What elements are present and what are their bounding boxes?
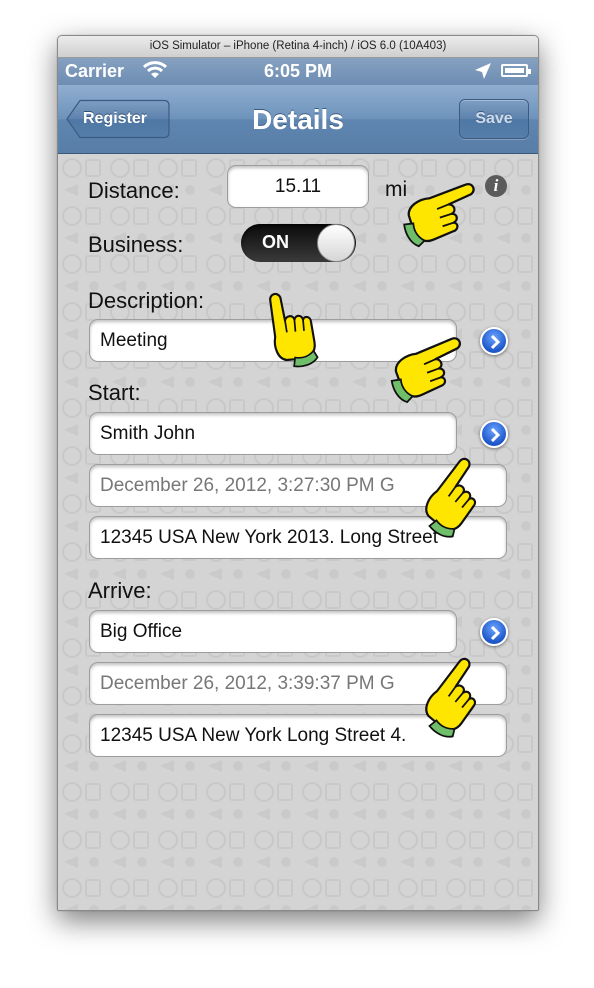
- distance-field[interactable]: 15.11: [227, 165, 369, 208]
- status-time: 6:05 PM: [263, 61, 333, 81]
- battery-icon: [501, 64, 531, 77]
- start-disclosure-button[interactable]: [480, 420, 508, 448]
- window-title: iOS Simulator – iPhone (Retina 4-inch) /…: [58, 36, 538, 58]
- start-name-field[interactable]: Smith John: [89, 412, 457, 455]
- business-toggle[interactable]: ON: [241, 224, 356, 262]
- toggle-state-label: ON: [262, 232, 289, 252]
- arrive-disclosure-button[interactable]: [480, 618, 508, 646]
- save-button[interactable]: Save: [459, 99, 529, 139]
- status-bar: Carrier 6:05 PM: [58, 58, 538, 85]
- description-disclosure-button[interactable]: [480, 327, 508, 355]
- description-label: Description:: [88, 288, 205, 313]
- navigation-bar: Register Details Save: [58, 85, 538, 154]
- arrive-name-field[interactable]: Big Office: [89, 610, 457, 653]
- disclosure-chevron-icon: [490, 427, 501, 443]
- toggle-knob: [317, 224, 355, 262]
- business-label: Business:: [88, 232, 184, 257]
- location-arrow-icon: [474, 62, 492, 85]
- simulator-window: iOS Simulator – iPhone (Retina 4-inch) /…: [57, 35, 539, 911]
- arrive-label: Arrive:: [88, 578, 152, 603]
- distance-label: Distance:: [88, 178, 180, 203]
- start-label: Start:: [88, 380, 141, 405]
- disclosure-chevron-icon: [490, 334, 501, 350]
- disclosure-chevron-icon: [490, 625, 501, 641]
- details-form: Distance: 15.11 mi i Business: ON Descri…: [58, 154, 538, 910]
- pointing-hand-icon: [250, 281, 327, 373]
- info-icon[interactable]: i: [485, 175, 507, 197]
